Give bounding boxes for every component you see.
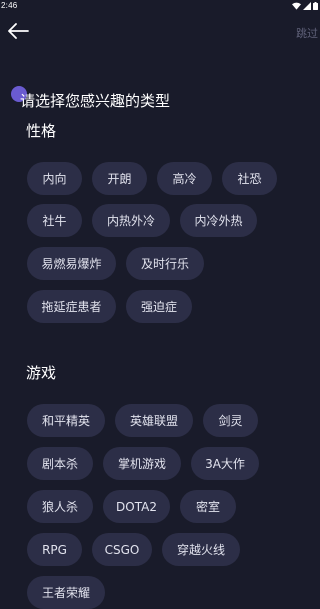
tag-chip[interactable]: 密室 — [180, 490, 236, 523]
tag-chip[interactable]: 易燃易爆炸 — [27, 247, 116, 280]
tag-chip[interactable]: 掌机游戏 — [103, 447, 181, 480]
back-button[interactable] — [4, 19, 32, 47]
tag-chip[interactable]: 狼人杀 — [27, 490, 93, 523]
tag-chip[interactable]: RPG — [27, 533, 82, 566]
tag-chip[interactable]: 英雄联盟 — [115, 404, 193, 437]
arrow-left-icon — [7, 23, 29, 43]
wifi-icon — [292, 2, 301, 12]
tag-chip[interactable]: 社恐 — [222, 162, 277, 195]
tag-chip[interactable]: 内冷外热 — [180, 204, 257, 237]
tag-chip[interactable]: 3A大作 — [191, 447, 259, 480]
tag-chip[interactable]: 拖延症患者 — [27, 290, 116, 323]
page-title: 请选择您感兴趣的类型 — [20, 92, 171, 110]
section-title-personality: 性格 — [26, 122, 57, 140]
tag-chip[interactable]: 穿越火线 — [162, 533, 240, 566]
tag-chip[interactable]: 内热外冷 — [92, 204, 170, 237]
tag-chip[interactable]: CSGO — [92, 533, 152, 566]
tag-chip[interactable]: 强迫症 — [126, 290, 192, 323]
tag-chip[interactable]: 内向 — [27, 162, 82, 195]
tag-chip[interactable]: 剑灵 — [203, 404, 258, 437]
tag-chip[interactable]: 社牛 — [27, 204, 82, 237]
tag-chip[interactable]: DOTA2 — [103, 490, 170, 523]
skip-button[interactable]: 跳过 — [296, 25, 318, 41]
tag-chip[interactable]: 剧本杀 — [27, 447, 93, 480]
top-bar: 跳过 — [0, 13, 320, 53]
tag-chip[interactable]: 开朗 — [92, 162, 147, 195]
tag-chip[interactable]: 及时行乐 — [126, 247, 204, 280]
tag-chip[interactable]: 王者荣耀 — [27, 576, 105, 609]
status-bar: 2:46 — [0, 0, 320, 13]
battery-icon — [313, 2, 318, 12]
status-time: 2:46 — [1, 1, 18, 10]
tag-chip[interactable]: 高冷 — [157, 162, 212, 195]
status-icons — [292, 2, 318, 12]
signal-icon — [303, 2, 311, 12]
tag-chip[interactable]: 和平精英 — [27, 404, 105, 437]
section-title-games: 游戏 — [26, 364, 57, 382]
